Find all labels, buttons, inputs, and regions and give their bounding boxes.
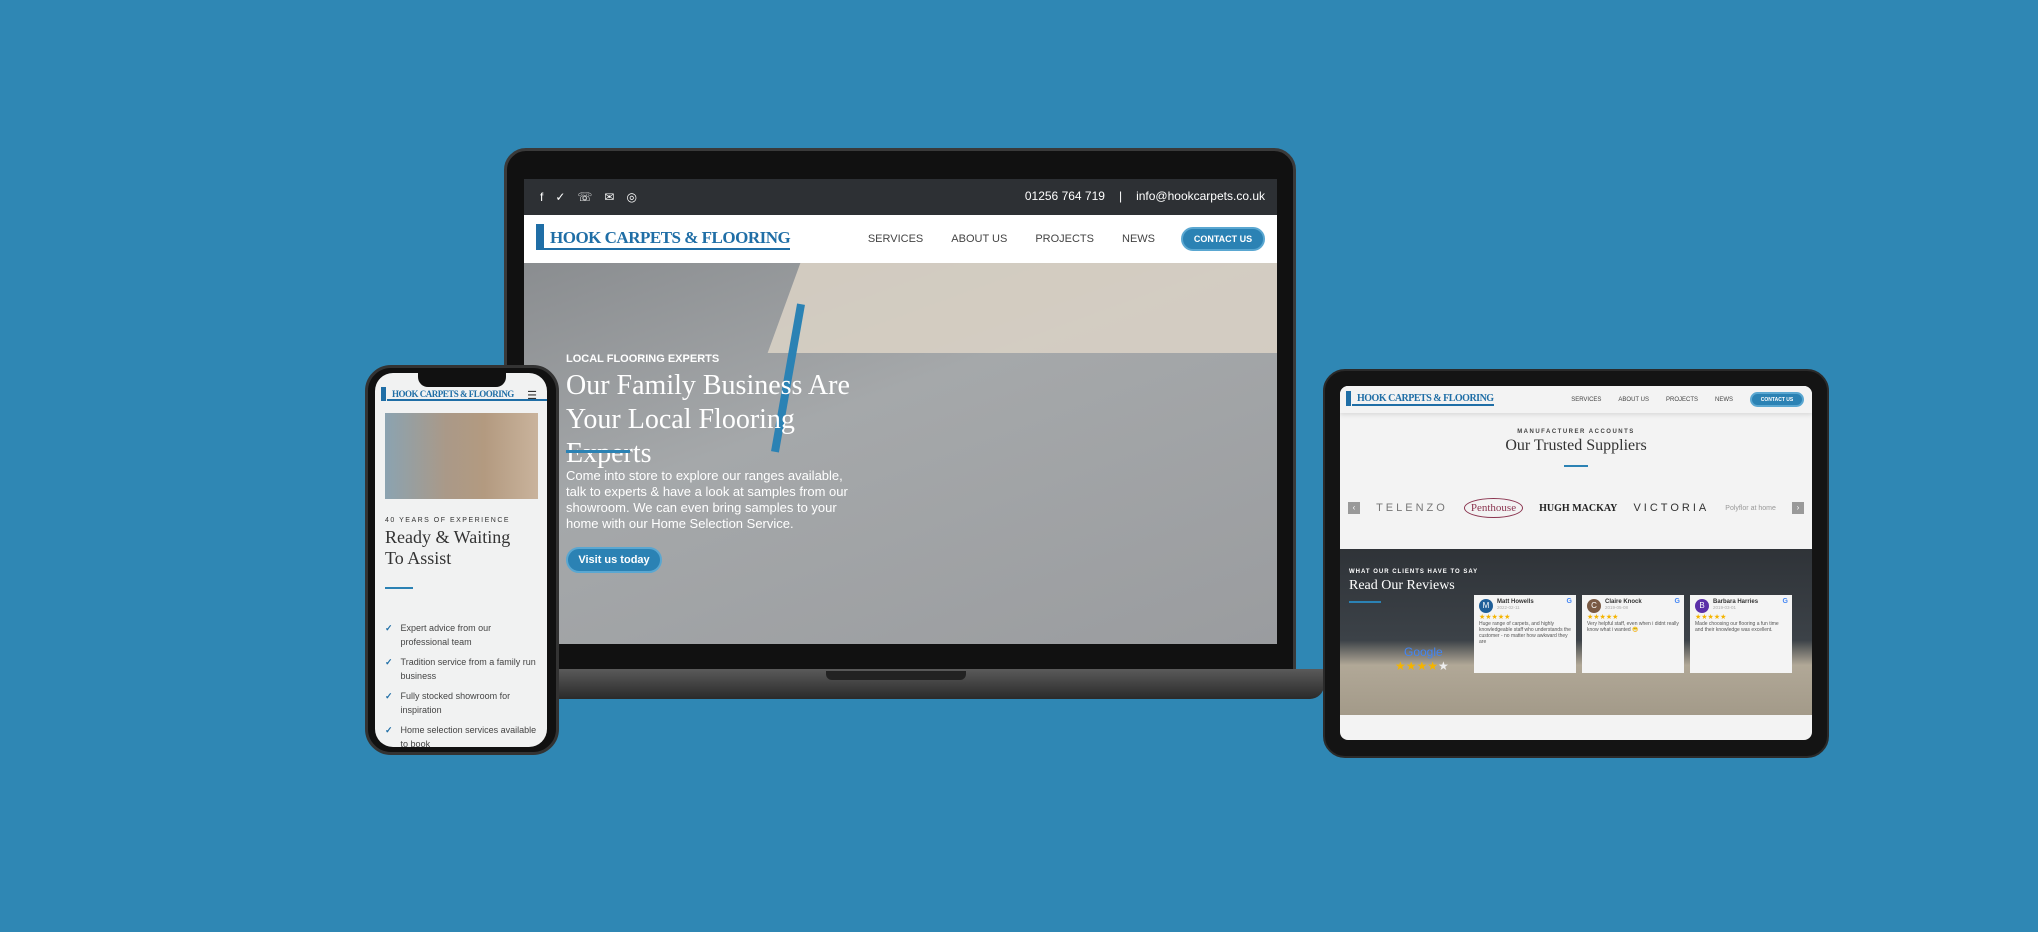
list-item: ✓ Fully stocked showroom for inspiration [385, 689, 540, 717]
instagram-icon[interactable]: ◎ [626, 190, 636, 204]
reviews-title: Read Our Reviews [1349, 578, 1455, 593]
hero-divider [566, 450, 630, 453]
google-icon: G [1782, 598, 1788, 605]
avatar: B [1695, 599, 1709, 613]
tablet-screen: HOOK CARPETS & FLOORING SERVICES ABOUT U… [1340, 386, 1812, 740]
supplier-logo-penthouse: Penthouse [1463, 498, 1524, 518]
list-item-text: Tradition service from a family run busi… [400, 657, 536, 681]
google-rating-stars: ★★★★★ [1395, 659, 1449, 673]
experience-eyebrow: 40 YEARS OF EXPERIENCE [385, 517, 511, 524]
suppliers-divider [1564, 465, 1588, 467]
tablet-navbar: HOOK CARPETS & FLOORING SERVICES ABOUT U… [1340, 386, 1812, 413]
suppliers-section: MANUFACTURER ACCOUNTS Our Trusted Suppli… [1340, 413, 1812, 549]
house-icon [536, 224, 544, 250]
review-text: Very helpful staff, even when i didnt re… [1587, 621, 1679, 633]
hero-image-table [767, 263, 1277, 353]
review-text: Made choosing our flooring a fun time an… [1695, 621, 1779, 633]
phone-notch [418, 373, 506, 387]
nav-about-us[interactable]: ABOUT US [1618, 397, 1649, 403]
hamburger-menu-icon[interactable]: ☰ [527, 389, 537, 402]
nav-about-us[interactable]: ABOUT US [951, 233, 1007, 245]
house-icon [381, 387, 386, 401]
nav-projects[interactable]: PROJECTS [1035, 233, 1094, 245]
nav-news[interactable]: NEWS [1122, 233, 1155, 245]
check-icon: ✓ [385, 691, 393, 701]
list-item: ✓ Tradition service from a family run bus… [385, 655, 540, 683]
separator: | [1118, 189, 1123, 203]
contact-info: 01256 764 719 | info@hookcarpets.co.uk [1025, 189, 1265, 203]
visit-us-button[interactable]: Visit us today [566, 547, 662, 573]
phone-title: Ready & Waiting To Assist [385, 527, 511, 568]
hero-eyebrow: LOCAL FLOORING EXPERTS [566, 353, 720, 365]
review-card: G M Matt Howells 2022-02-11 ★★★★★ Huge r… [1474, 595, 1576, 673]
review-stars: ★★★★★ [1587, 614, 1619, 621]
hero-body: Come into store to explore our ranges av… [566, 468, 848, 531]
logo[interactable]: HOOK CARPETS & FLOORING [536, 224, 791, 250]
review-stars: ★★★★★ [1695, 614, 1727, 621]
reviews-eyebrow: WHAT OUR CLIENTS HAVE TO SAY [1349, 569, 1479, 575]
navbar: HOOK CARPETS & FLOORING SERVICES ABOUT U… [524, 215, 1277, 263]
hero: LOCAL FLOORING EXPERTS Our Family Busine… [524, 263, 1277, 644]
review-text: Huge range of carpets, and highly knowle… [1479, 621, 1571, 645]
google-icon: G [1674, 598, 1680, 605]
tablet-logo[interactable]: HOOK CARPETS & FLOORING [1346, 391, 1494, 406]
list-item-text: Home selection services available to boo… [400, 725, 537, 747]
house-icon [1346, 391, 1351, 406]
list-item-text: Fully stocked showroom for inspiration [400, 691, 511, 715]
contact-us-button[interactable]: CONTACT US [1181, 227, 1265, 251]
phone-divider [385, 587, 413, 589]
phone-link[interactable]: 01256 764 719 [1025, 189, 1105, 203]
phone-icon[interactable]: ☏ [577, 190, 592, 204]
feature-list: ✓ Expert advice from our professional tea… [385, 621, 540, 747]
laptop-notch [826, 671, 966, 680]
list-item: ✓ Expert advice from our professional tea… [385, 621, 540, 649]
logo-text: HOOK CARPETS & FLOORING [1357, 393, 1494, 404]
carousel-next-icon[interactable]: › [1791, 502, 1804, 514]
supplier-carousel: ‹ TELENZO Penthouse HUGH MACKAY VICTORIA… [1348, 498, 1804, 518]
bedroom-image [385, 413, 538, 499]
check-icon: ✓ [385, 623, 393, 633]
contact-us-button[interactable]: CONTACT US [1750, 392, 1804, 407]
carousel-prev-icon[interactable]: ‹ [1348, 502, 1360, 514]
list-item-text: Expert advice from our professional team [400, 623, 492, 647]
supplier-logo-victoria: VICTORIA [1633, 502, 1710, 514]
review-card: G C Claire Knock 2019-05-08 ★★★★★ Very h… [1582, 595, 1684, 673]
supplier-logo-polyflor: Polyflor at home [1725, 504, 1776, 512]
email-link[interactable]: info@hookcarpets.co.uk [1136, 189, 1265, 203]
supplier-logo-hugh-mackay: HUGH MACKAY [1539, 502, 1618, 514]
check-icon: ✓ [385, 725, 393, 735]
facebook-icon[interactable]: f [540, 190, 543, 204]
top-bar: f ✓ ☏ ✉ ◎ 01256 764 719 | info@hookcarpe… [524, 179, 1277, 215]
suppliers-eyebrow: MANUFACTURER ACCOUNTS [1517, 429, 1635, 435]
hero-title: Our Family Business Are Your Local Floor… [566, 370, 850, 469]
google-icon: G [1566, 598, 1572, 605]
nav-services[interactable]: SERVICES [1571, 397, 1601, 403]
list-item: ✓ Home selection services available to bo… [385, 723, 540, 747]
avatar: C [1587, 599, 1601, 613]
avatar: M [1479, 599, 1493, 613]
review-card: G B Barbara Harries 2019-03-01 ★★★★★ Mad… [1690, 595, 1792, 673]
check-icon: ✓ [385, 657, 393, 667]
google-logo: Google [1404, 645, 1443, 659]
nav-news[interactable]: NEWS [1715, 397, 1733, 403]
nav-links: SERVICES ABOUT US PROJECTS NEWS [1571, 397, 1733, 403]
nav-services[interactable]: SERVICES [868, 233, 923, 245]
logo-text: HOOK CARPETS & FLOORING [392, 389, 514, 399]
reviews-divider [1349, 601, 1381, 603]
suppliers-title: Our Trusted Suppliers [1505, 437, 1647, 454]
supplier-logo-telenzo: TELENZO [1376, 502, 1448, 514]
reviews-section: WHAT OUR CLIENTS HAVE TO SAY Read Our Re… [1340, 549, 1812, 715]
mail-icon[interactable]: ✉ [604, 190, 614, 204]
nav-links: SERVICES ABOUT US PROJECTS NEWS [868, 233, 1155, 245]
review-stars: ★★★★★ [1479, 614, 1511, 621]
phone-logo[interactable]: HOOK CARPETS & FLOORING [381, 387, 547, 401]
phone-screen: HOOK CARPETS & FLOORING ☰ 40 YEARS OF EX… [375, 373, 547, 747]
nav-projects[interactable]: PROJECTS [1666, 397, 1698, 403]
laptop-screen: f ✓ ☏ ✉ ◎ 01256 764 719 | info@hookcarpe… [524, 179, 1277, 644]
checkatrade-icon[interactable]: ✓ [555, 190, 565, 204]
logo-text: HOOK CARPETS & FLOORING [550, 228, 791, 247]
social-icons: f ✓ ☏ ✉ ◎ [540, 190, 637, 204]
